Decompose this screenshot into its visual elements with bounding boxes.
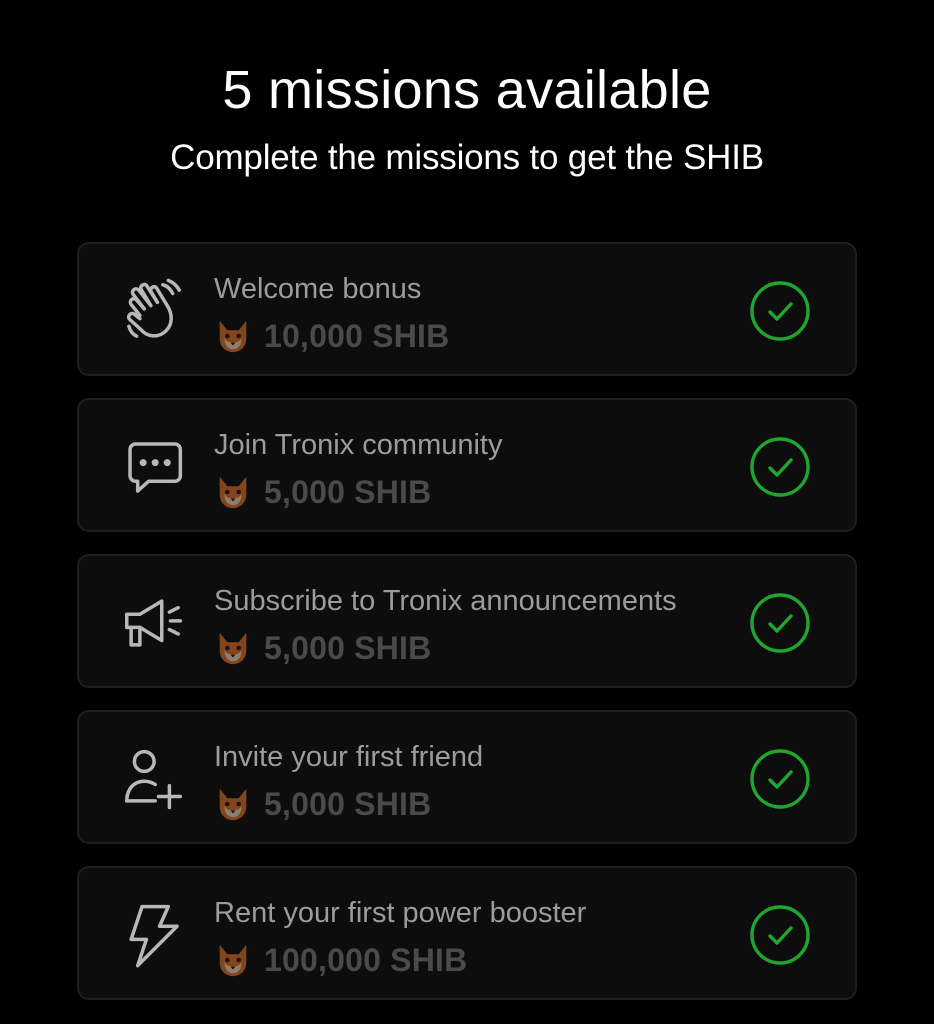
mission-reward: 5,000 SHIB bbox=[214, 784, 431, 824]
check-circle-icon bbox=[750, 437, 810, 497]
mission-card-invite-friend[interactable]: Invite your first friend 5,000 SHIB bbox=[77, 710, 857, 844]
page-title: 5 missions available bbox=[222, 60, 712, 120]
mission-card-welcome-bonus[interactable]: Welcome bonus 10,000 SHIB bbox=[77, 242, 857, 376]
missions-header: 5 missions available Complete the missio… bbox=[0, 58, 934, 180]
mission-reward: 100,000 SHIB bbox=[214, 940, 467, 980]
reward-amount: 10,000 SHIB bbox=[264, 317, 450, 354]
mission-card-subscribe-announcements[interactable]: Subscribe to Tronix announcements 5,000 … bbox=[77, 554, 857, 688]
add-user-icon bbox=[115, 744, 191, 814]
mission-name: Welcome bonus bbox=[214, 273, 422, 305]
shiba-inu-token-icon bbox=[219, 944, 247, 977]
shiba-inu-token-icon bbox=[219, 788, 247, 821]
shiba-inu-token-icon bbox=[219, 476, 247, 509]
mission-reward: 10,000 SHIB bbox=[214, 316, 449, 356]
mission-name: Invite your first friend bbox=[214, 741, 484, 773]
check-circle-icon bbox=[750, 749, 810, 809]
shiba-inu-token-icon bbox=[219, 320, 247, 353]
chat-bubble-icon bbox=[115, 432, 191, 502]
mission-name: Subscribe to Tronix announcements bbox=[214, 585, 677, 617]
mission-card-join-community[interactable]: Join Tronix community 5,000 SHIB bbox=[77, 398, 857, 532]
check-circle-icon bbox=[750, 281, 810, 341]
shiba-inu-token-icon bbox=[219, 632, 247, 665]
missions-list: Welcome bonus 10,000 SHIB Join Tronix co… bbox=[77, 242, 857, 1022]
mission-reward: 5,000 SHIB bbox=[214, 472, 431, 512]
mission-name: Rent your first power booster bbox=[214, 897, 587, 929]
reward-amount: 100,000 SHIB bbox=[264, 941, 468, 978]
mission-name: Join Tronix community bbox=[214, 429, 503, 461]
page-subtitle: Complete the missions to get the SHIB bbox=[170, 138, 764, 177]
check-circle-icon bbox=[750, 593, 810, 653]
megaphone-icon bbox=[115, 588, 191, 658]
lightning-bolt-icon bbox=[115, 900, 191, 970]
reward-amount: 5,000 SHIB bbox=[264, 785, 432, 822]
reward-amount: 5,000 SHIB bbox=[264, 473, 432, 510]
reward-amount: 5,000 SHIB bbox=[264, 629, 432, 666]
waving-hand-icon bbox=[115, 276, 191, 346]
check-circle-icon bbox=[750, 905, 810, 965]
mission-reward: 5,000 SHIB bbox=[214, 628, 431, 668]
mission-card-rent-booster[interactable]: Rent your first power booster 100,000 SH… bbox=[77, 866, 857, 1000]
